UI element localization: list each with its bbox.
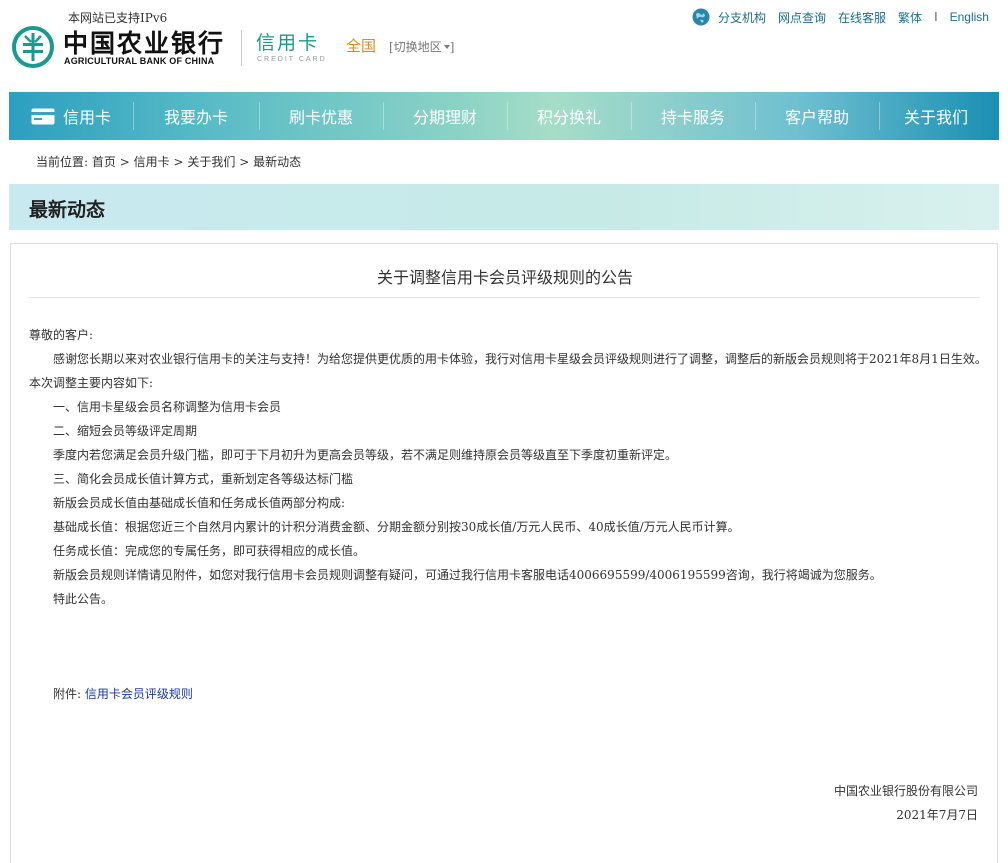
site-header: 本网站已支持IPv6 中国农业银行 AGRICULTURAL BANK OF C…: [0, 0, 1008, 92]
breadcrumb-about-us[interactable]: 关于我们: [187, 155, 235, 169]
bank-name-en: AGRICULTURAL BANK OF CHINA: [64, 56, 215, 66]
notice-line: 本次调整主要内容如下:: [29, 376, 154, 390]
outlet-search-link[interactable]: 网点查询: [778, 9, 826, 26]
main-nav: 信用卡 我要办卡 刷卡优惠 分期理财 积分换礼 持卡服务 客户帮助 关于我们: [9, 92, 999, 140]
breadcrumb: 当前位置: 首页 > 信用卡 > 关于我们 > 最新动态: [36, 153, 301, 170]
notice-line: 季度内若您满足会员升级门槛，即可于下月初升为更高会员等级，若不满足则维持原会员等…: [53, 448, 678, 462]
online-service-link[interactable]: 在线客服: [838, 9, 886, 26]
breadcrumb-sep: >: [239, 155, 250, 169]
signature-date: 2021年7月7日: [896, 808, 978, 822]
breadcrumb-home[interactable]: 首页: [92, 155, 116, 169]
credit-card-subtitle: CREDIT CARD: [257, 56, 327, 63]
attachment-label: 附件:: [53, 687, 82, 701]
title-divider: [29, 297, 980, 298]
nav-label: 分期理财: [412, 108, 477, 127]
breadcrumb-sep: >: [119, 155, 130, 169]
nav-points-gifts[interactable]: 积分换礼: [507, 92, 631, 140]
notice-line: 新版会员成长值由基础成长值和任务成长值两部分构成:: [53, 496, 346, 510]
switch-region-close: ]: [449, 40, 455, 54]
nav-card-offers[interactable]: 刷卡优惠: [259, 92, 383, 140]
top-links: 分支机构 网点查询 在线客服 繁体 I English: [692, 8, 989, 26]
notice-line: 尊敬的客户:: [29, 328, 94, 342]
nav-card-services[interactable]: 持卡服务: [631, 92, 755, 140]
notice-line: 一、信用卡星级会员名称调整为信用卡会员: [53, 400, 282, 414]
traditional-chinese-link[interactable]: 繁体: [898, 9, 922, 26]
section-band: 最新动态: [9, 184, 999, 230]
section-title: 最新动态: [29, 199, 106, 221]
bank-name-cn[interactable]: 中国农业银行: [63, 24, 225, 60]
notice-line: 特此公告。: [53, 592, 114, 606]
attachment-link[interactable]: 信用卡会员评级规则: [85, 687, 193, 701]
branch-link[interactable]: 分支机构: [718, 9, 766, 26]
notice-line: 感谢您长期以来对农业银行信用卡的关注与支持！为给您提供更优质的用卡体验，我行对信…: [53, 352, 987, 366]
breadcrumb-latest-news[interactable]: 最新动态: [253, 155, 301, 169]
notice-line: 基础成长值：根据您近三个自然月内累计的计积分消费金额、分期金额分别按30成长值/…: [53, 520, 740, 534]
signature-org: 中国农业银行股份有限公司: [833, 784, 978, 798]
notice-line: 二、缩短会员等级评定周期: [53, 424, 198, 438]
link-separator: I: [934, 10, 938, 24]
nav-customer-help[interactable]: 客户帮助: [755, 92, 879, 140]
notice-title: 关于调整信用卡会员评级规则的公告: [376, 268, 633, 287]
notice-line: 三、简化会员成长值计算方式，重新划定各等级达标门槛: [53, 472, 354, 486]
nav-label: 刷卡优惠: [288, 108, 353, 127]
nav-label: 客户帮助: [784, 108, 849, 127]
notice-line: 任务成长值：完成您的专属任务，即可获得相应的成长值。: [53, 544, 366, 558]
logo-divider: [241, 30, 242, 66]
nav-label: 持卡服务: [660, 108, 725, 127]
switch-region-link[interactable]: [切换地区]: [389, 38, 454, 55]
nav-about-us[interactable]: 关于我们: [879, 92, 993, 140]
credit-card-title: 信用卡: [256, 32, 320, 54]
notice-content: 关于调整信用卡会员评级规则的公告 尊敬的客户: 感谢您长期以来对农业银行信用卡的…: [10, 243, 998, 863]
nav-apply-card[interactable]: 我要办卡: [133, 92, 259, 140]
nav-label: 信用卡: [62, 108, 111, 127]
globe-icon: [692, 8, 710, 26]
breadcrumb-prefix: 当前位置:: [36, 155, 89, 169]
nav-installments[interactable]: 分期理财: [383, 92, 507, 140]
nav-label: 我要办卡: [163, 108, 228, 127]
nav-label: 关于我们: [903, 108, 968, 127]
current-region: 全国: [346, 37, 377, 55]
nav-credit-card[interactable]: 信用卡: [9, 92, 133, 140]
nav-label: 积分换礼: [536, 108, 601, 127]
breadcrumb-sep: >: [173, 155, 184, 169]
english-link[interactable]: English: [950, 10, 989, 24]
switch-region-label: [切换地区: [389, 40, 442, 54]
attachment: 附件: 信用卡会员评级规则: [53, 685, 193, 702]
notice-line: 新版会员规则详情请见附件，如您对我行信用卡会员规则调整有疑问，可通过我行信用卡客…: [53, 568, 882, 582]
breadcrumb-credit-card[interactable]: 信用卡: [134, 155, 170, 169]
abc-logo-icon[interactable]: [12, 26, 54, 68]
credit-card-icon: [31, 108, 55, 124]
